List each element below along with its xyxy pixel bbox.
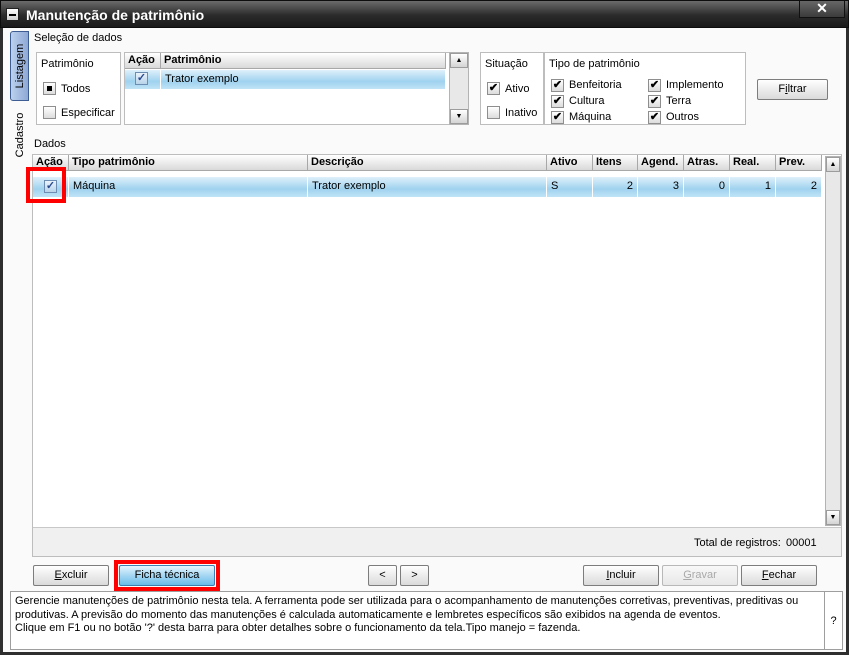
col-tipo-patrimonio[interactable]: Tipo patrimônio: [69, 155, 308, 171]
cell-itens: 2: [593, 177, 638, 197]
outros-label: Outros: [666, 111, 700, 123]
benfeitoria-label: Benfeitoria: [569, 79, 622, 91]
implemento-label: Implemento: [666, 79, 724, 91]
fechar-button[interactable]: Fechar: [741, 565, 817, 586]
patrimonio-row-checkbox[interactable]: ✓: [135, 72, 148, 85]
terra-checkbox[interactable]: ✔: [648, 95, 661, 108]
especificar-radio[interactable]: [43, 106, 56, 119]
patrimonio-list-row-check-cell: ✓: [125, 70, 161, 89]
window-title: Manutenção de patrimônio: [26, 7, 205, 23]
tipo-patrimonio-group: Tipo de patrimônio ✔ Benfeitoria ✔ Imple…: [544, 52, 746, 125]
next-button[interactable]: >: [400, 565, 429, 586]
inativo-label: Inativo: [505, 107, 538, 119]
gravar-label-underlined: G: [683, 569, 692, 581]
patrimonio-list-row-name[interactable]: Trator exemplo: [161, 70, 446, 89]
cultura-label: Cultura: [569, 95, 605, 107]
system-menu-icon[interactable]: [6, 8, 19, 21]
col-ativo[interactable]: Ativo: [547, 155, 593, 171]
previous-button[interactable]: <: [368, 565, 397, 586]
todos-radio[interactable]: [43, 82, 56, 95]
ficha-tecnica-button[interactable]: Ficha técnica: [119, 565, 215, 586]
col-itens[interactable]: Itens: [593, 155, 638, 171]
window-titlebar: Manutenção de patrimônio ✕: [0, 0, 849, 28]
tipo-patrimonio-caption: Tipo de patrimônio: [549, 58, 640, 70]
row-acao-cell: ✓: [33, 177, 69, 197]
outros-checkbox[interactable]: ✔: [648, 111, 661, 124]
inativo-checkbox[interactable]: [487, 106, 500, 119]
patrimonio-list-header-patrimonio[interactable]: Patrimônio: [161, 53, 446, 69]
situacao-caption: Situação: [485, 58, 528, 70]
scroll-up-icon[interactable]: ▲: [826, 157, 840, 172]
todos-label: Todos: [61, 83, 91, 95]
cell-atras: 0: [684, 177, 730, 197]
close-button[interactable]: ✕: [799, 1, 845, 18]
patrimonio-list: Ação Patrimônio ✓ Trator exemplo ▲ ▼: [124, 52, 469, 125]
col-real[interactable]: Real.: [730, 155, 776, 171]
scroll-up-icon[interactable]: ▲: [450, 53, 468, 68]
status-line: produtivas. A previsão do momento das ma…: [15, 608, 721, 621]
patrimonio-group: Patrimônio Todos Especificar: [36, 52, 121, 125]
maquina-label: Máquina: [569, 111, 612, 123]
tab-cadastro-label: Cadastro: [13, 112, 26, 158]
tab-listagem[interactable]: Listagem: [10, 31, 29, 101]
ativo-label: Ativo: [505, 83, 530, 95]
selecao-title: Seleção de dados: [34, 32, 123, 44]
excluir-button[interactable]: Excluir: [33, 565, 109, 586]
incluir-label-rest: ncluir: [609, 569, 636, 581]
scroll-down-icon[interactable]: ▼: [450, 109, 468, 124]
filtrar-label-suffix: ltrar: [787, 83, 807, 95]
especificar-label: Especificar: [61, 107, 115, 119]
cell-real: 1: [730, 177, 776, 197]
col-acao[interactable]: Ação: [33, 155, 69, 171]
status-line: Gerencie manutenções de patrimônio nesta…: [15, 595, 799, 607]
benfeitoria-checkbox[interactable]: ✔: [551, 79, 564, 92]
patrimonio-group-caption: Patrimônio: [41, 58, 94, 70]
situacao-group: Situação ✔ Ativo Inativo: [480, 52, 544, 125]
terra-label: Terra: [666, 95, 692, 107]
col-prev[interactable]: Prev.: [776, 155, 822, 171]
window-frame: Listagem Cadastro Seleção de dados Patri…: [0, 28, 849, 655]
status-help-text: Gerencie manutenções de patrimônio nesta…: [10, 591, 825, 650]
tab-cadastro[interactable]: Cadastro: [10, 104, 29, 166]
cultura-checkbox[interactable]: ✔: [551, 95, 564, 108]
col-atras[interactable]: Atras.: [684, 155, 730, 171]
col-descricao[interactable]: Descrição: [308, 155, 547, 171]
gravar-button[interactable]: Gravar: [662, 565, 738, 586]
gravar-label-rest: ravar: [691, 569, 717, 581]
filtrar-button[interactable]: Filtrar: [757, 79, 828, 100]
cell-prev: 2: [776, 177, 822, 197]
scroll-down-icon[interactable]: ▼: [826, 510, 840, 525]
status-line: Clique em F1 ou no botão '?' desta barra…: [15, 622, 581, 634]
col-agend[interactable]: Agend.: [638, 155, 684, 171]
dados-scrollbar[interactable]: ▲ ▼: [825, 156, 841, 526]
cell-descricao: Trator exemplo: [308, 177, 547, 197]
maquina-checkbox[interactable]: ✔: [551, 111, 564, 124]
cell-agend: 3: [638, 177, 684, 197]
patrimonio-list-header-acao[interactable]: Ação: [125, 53, 161, 69]
row-checkbox[interactable]: ✓: [44, 180, 57, 193]
incluir-button[interactable]: Incluir: [583, 565, 659, 586]
implemento-checkbox[interactable]: ✔: [648, 79, 661, 92]
excluir-label-underlined: E: [54, 569, 62, 581]
dados-grid: Ação Tipo patrimônio Descrição Ativo Ite…: [32, 154, 842, 557]
tab-listagem-label: Listagem: [13, 43, 26, 89]
total-value: 00001: [786, 537, 817, 549]
help-button[interactable]: ?: [825, 591, 843, 650]
cell-ativo: S: [547, 177, 593, 197]
ativo-checkbox[interactable]: ✔: [487, 82, 500, 95]
dados-footer: Total de registros: 00001: [33, 527, 841, 556]
excluir-label-rest: xcluir: [61, 569, 88, 581]
patrimonio-list-scrollbar[interactable]: ▲ ▼: [449, 52, 469, 125]
total-label: Total de registros:: [694, 537, 781, 549]
cell-tipo: Máquina: [69, 177, 308, 197]
fechar-label-rest: echar: [768, 569, 797, 581]
dados-title: Dados: [34, 138, 66, 150]
fechar-label-underlined: F: [761, 569, 769, 581]
